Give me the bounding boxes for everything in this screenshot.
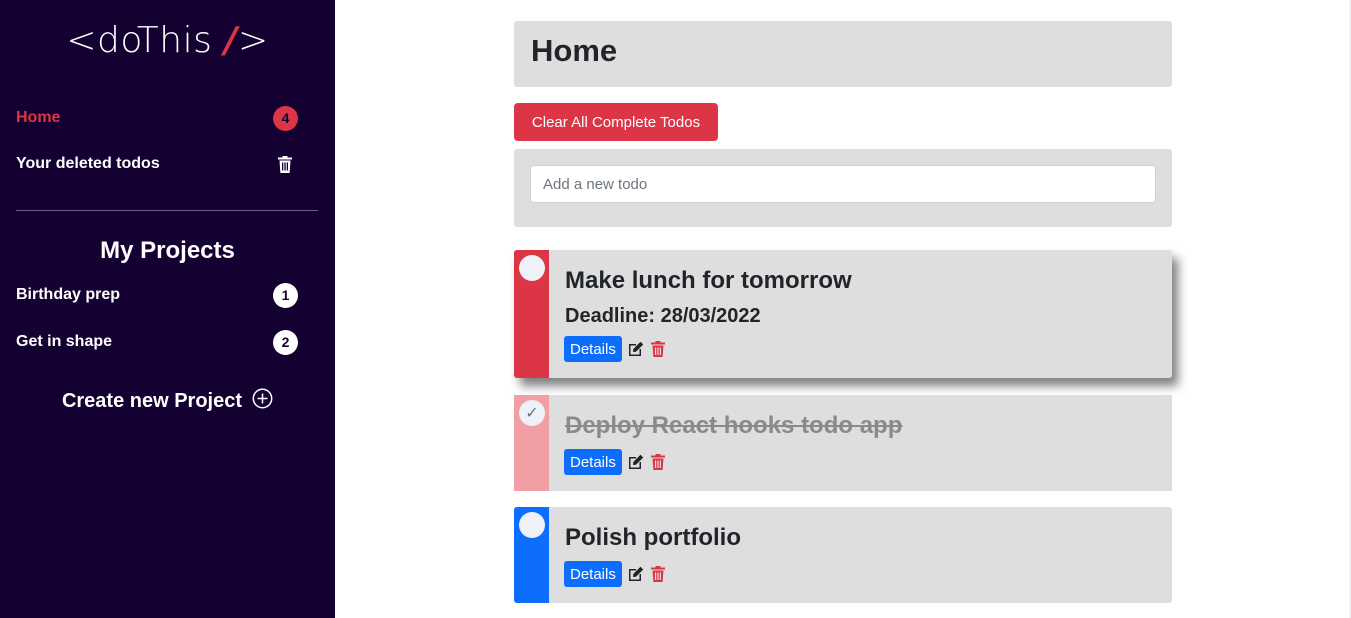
check-mark-icon: ✓ [525, 405, 539, 422]
page-title: Home [531, 33, 618, 68]
delete-icon[interactable] [650, 454, 666, 470]
project-count-badge: 1 [273, 282, 298, 308]
logo-text: <doThis [66, 20, 225, 61]
complete-toggle[interactable]: ✓ [519, 400, 545, 426]
todo-item: Make lunch for tomorrow Deadline: 28/03/… [514, 250, 1172, 378]
details-button[interactable]: Details [564, 449, 622, 475]
home-count-badge: 4 [273, 105, 298, 131]
todo-item: Polish portfolio Details [514, 507, 1172, 603]
page-header: Home [514, 21, 1172, 87]
complete-toggle[interactable] [519, 255, 545, 281]
sidebar: <doThis /> Home 4 Your deleted todos My … [0, 0, 335, 618]
todo-actions: Details [564, 449, 666, 475]
todo-title: Make lunch for tomorrow [565, 267, 852, 294]
projects-heading: My Projects [100, 237, 235, 264]
app-logo[interactable]: <doThis /> [0, 20, 335, 61]
todo-actions: Details [564, 336, 666, 362]
sidebar-item-deleted-todos[interactable]: Your deleted todos [16, 152, 298, 176]
delete-icon[interactable] [650, 566, 666, 582]
sidebar-item-label: Birthday prep [16, 286, 121, 303]
create-project-button[interactable]: Create new Project [0, 388, 335, 415]
details-button[interactable]: Details [564, 336, 622, 362]
sidebar-item-project[interactable]: Birthday prep 1 [16, 282, 298, 308]
sidebar-item-home[interactable]: Home 4 [16, 105, 298, 131]
todo-deadline: Deadline: 28/03/2022 [565, 305, 761, 327]
complete-toggle[interactable] [519, 512, 545, 538]
add-todo-panel [514, 149, 1172, 227]
details-button[interactable]: Details [564, 561, 622, 587]
logo-close: > [237, 20, 269, 61]
sidebar-item-label: Home [16, 109, 61, 126]
create-project-label: Create new Project [61, 390, 243, 412]
todo-title: Deploy React hooks todo app [565, 412, 903, 439]
sidebar-item-label: Get in shape [16, 333, 113, 350]
todo-actions: Details [564, 561, 666, 587]
clear-complete-todos-button[interactable]: Clear All Complete Todos [514, 103, 718, 141]
project-count-badge: 2 [273, 329, 298, 355]
sidebar-divider [16, 210, 318, 211]
logo-slash: / [224, 20, 238, 61]
edit-icon[interactable] [628, 341, 644, 357]
todo-title: Polish portfolio [565, 524, 741, 551]
trash-icon [276, 154, 294, 174]
plus-circle-icon [252, 388, 273, 415]
edit-icon[interactable] [628, 454, 644, 470]
sidebar-item-project[interactable]: Get in shape 2 [16, 329, 298, 355]
sidebar-item-label: Your deleted todos [16, 155, 160, 172]
edit-icon[interactable] [628, 566, 644, 582]
add-todo-input[interactable] [530, 165, 1156, 203]
todo-item: ✓ Deploy React hooks todo app Details [514, 395, 1172, 491]
delete-icon[interactable] [650, 341, 666, 357]
